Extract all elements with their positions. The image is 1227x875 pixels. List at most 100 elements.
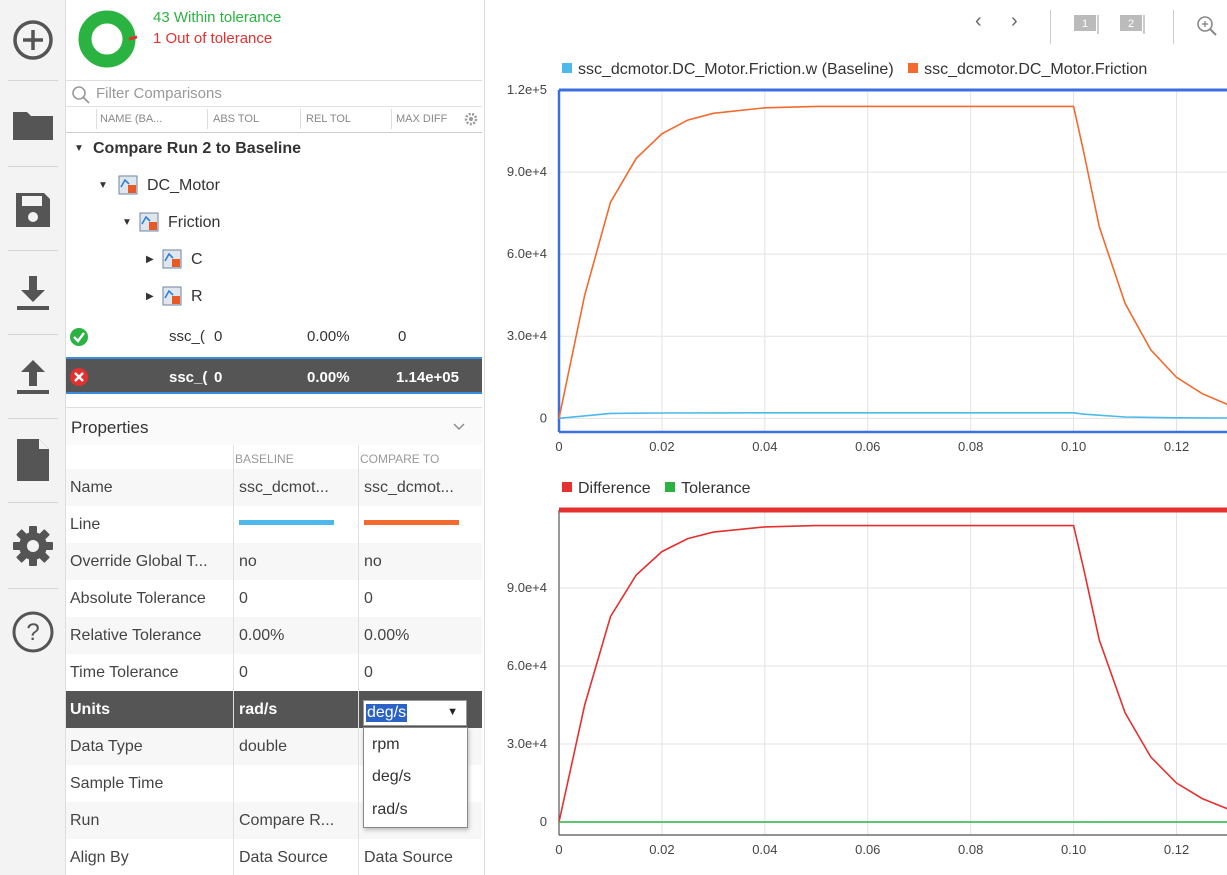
difference-legend-swatch xyxy=(562,482,572,492)
y-tick-label: 3.0e+4 xyxy=(507,328,547,343)
x-tick-label: 0 xyxy=(555,439,562,454)
column-name[interactable]: NAME (BA... xyxy=(100,113,162,125)
property-compare-value[interactable]: 0 xyxy=(364,590,373,608)
save-button[interactable] xyxy=(0,170,66,250)
baseline-line-swatch[interactable] xyxy=(239,520,334,525)
y-tick-label: 6.0e+4 xyxy=(507,246,547,261)
document-icon xyxy=(17,439,49,481)
comparison-row[interactable]: ssc_( 0 0.00% 0 xyxy=(66,318,482,355)
expand-down-icon[interactable]: ▼ xyxy=(74,143,84,154)
property-compare-value[interactable]: Data Source xyxy=(364,849,453,867)
expand-down-icon[interactable]: ▼ xyxy=(98,180,108,191)
next-arrow-icon[interactable]: › xyxy=(1011,10,1018,33)
column-divider xyxy=(358,445,359,875)
settings-button[interactable] xyxy=(0,506,66,586)
out-of-tolerance-label: 1 Out of tolerance xyxy=(153,30,273,47)
x-tick-label: 0.08 xyxy=(958,842,983,857)
layout-1-icon[interactable]: 1 xyxy=(1073,12,1099,36)
properties-header[interactable]: Properties xyxy=(66,407,482,445)
property-baseline-value[interactable]: ssc_dcmot... xyxy=(239,479,329,497)
legend-baseline: ssc_dcmotor.DC_Motor.Friction.w (Baselin… xyxy=(578,61,894,78)
tree-node-label: R xyxy=(191,288,203,305)
import-button[interactable] xyxy=(0,252,66,332)
help-button[interactable]: ? xyxy=(0,592,66,672)
column-settings-gear-icon[interactable] xyxy=(464,112,478,126)
export-button[interactable] xyxy=(0,336,66,416)
property-baseline-value[interactable]: Data Source xyxy=(239,849,328,867)
column-abs-tol[interactable]: ABS TOL xyxy=(213,113,259,125)
column-rel-tol[interactable]: REL TOL xyxy=(306,113,351,125)
tree-node-label: DC_Motor xyxy=(147,177,220,194)
y-tick-label: 6.0e+4 xyxy=(507,658,547,673)
compare-units-select[interactable]: deg/s ▼ xyxy=(363,700,467,726)
row-max-diff: 1.14e+05 xyxy=(396,369,459,386)
compare-line-swatch[interactable] xyxy=(364,520,459,525)
top-plot-legend: ssc_dcmotor.DC_Motor.Friction.w (Baselin… xyxy=(562,61,1147,79)
property-label: Sample Time xyxy=(70,775,164,792)
x-tick-label: 0.02 xyxy=(649,842,674,857)
filter-comparisons-input[interactable]: Filter Comparisons xyxy=(66,80,482,107)
within-tolerance-label: 43 Within tolerance xyxy=(153,9,282,26)
tree-node-friction[interactable]: ▼ Friction xyxy=(66,205,482,242)
add-button[interactable] xyxy=(0,0,66,80)
layout-2-label: 2 xyxy=(1128,18,1134,30)
row-max-diff: 0 xyxy=(398,328,407,345)
comparison-row-selected[interactable]: ssc_( 0 0.00% 1.14e+05 xyxy=(66,357,482,394)
previous-arrow-icon[interactable]: ‹ xyxy=(975,10,982,33)
column-divider xyxy=(233,445,234,875)
expand-down-icon[interactable]: ▼ xyxy=(122,217,132,228)
property-row-time-tol: Time Tolerance 0 0 xyxy=(66,654,482,691)
save-icon xyxy=(16,193,50,227)
tree-node-dc-motor[interactable]: ▼ DC_Motor xyxy=(66,168,482,205)
dropdown-arrow-icon[interactable]: ▼ xyxy=(447,706,458,718)
expand-right-icon[interactable]: ▶ xyxy=(146,291,154,302)
property-compare-value[interactable]: no xyxy=(364,553,382,571)
baseline-legend-swatch xyxy=(562,63,572,73)
x-tick-label: 0.10 xyxy=(1061,842,1086,857)
tree-node-label: Friction xyxy=(168,214,221,231)
chevron-down-icon[interactable] xyxy=(452,422,466,432)
column-max-diff[interactable]: MAX DIFF xyxy=(396,113,447,125)
property-baseline-value[interactable]: 0 xyxy=(239,664,248,682)
units-option-rad-s[interactable]: rad/s xyxy=(372,801,408,819)
property-baseline-value[interactable]: rad/s xyxy=(239,701,277,719)
open-button[interactable] xyxy=(0,84,66,164)
svg-text:?: ? xyxy=(26,619,39,646)
zoom-in-icon[interactable] xyxy=(1195,14,1219,38)
property-row-name: Name ssc_dcmot... ssc_dcmot... xyxy=(66,469,482,506)
left-toolbar: ? xyxy=(0,0,66,875)
expand-right-icon[interactable]: ▶ xyxy=(146,254,154,265)
layout-2-icon[interactable]: 2 xyxy=(1119,12,1145,36)
series-line-ssc-dcmotor-dc-motor-friction xyxy=(558,105,1227,419)
sdi-compare-app: ? 43 Within tolerance 1 Out of tolerance… xyxy=(0,0,1227,875)
units-option-deg-s[interactable]: deg/s xyxy=(372,768,411,786)
download-icon xyxy=(17,276,49,310)
property-compare-value[interactable]: 0.00% xyxy=(364,627,409,645)
legend-compare: ssc_dcmotor.DC_Motor.Friction xyxy=(924,61,1148,78)
report-button[interactable] xyxy=(0,420,66,500)
tolerance-legend-swatch xyxy=(665,482,676,492)
tree-node-c[interactable]: ▶ C xyxy=(66,242,482,279)
filter-placeholder: Filter Comparisons xyxy=(96,85,222,102)
property-compare-value[interactable]: 0 xyxy=(364,664,373,682)
property-label: Relative Tolerance xyxy=(70,627,202,644)
upload-icon xyxy=(17,360,49,394)
property-baseline-value[interactable]: no xyxy=(239,553,257,571)
signal-comparison-plot[interactable]: 0 0.02 0.04 0.06 0.08 0.10 0.12 0 3.0e+4 6.0e+4 9.… xyxy=(485,80,1227,465)
x-tick-label: 0.06 xyxy=(855,439,880,454)
property-label: Line xyxy=(70,516,101,533)
property-label: Name xyxy=(70,479,113,496)
property-baseline-value[interactable]: double xyxy=(239,738,287,756)
property-baseline-value[interactable]: 0 xyxy=(239,590,248,608)
difference-plot[interactable]: 0 0.02 0.04 0.06 0.08 0.10 0.12 0 3.0e+4 6.0e+4 9.… xyxy=(485,500,1227,875)
gear-icon xyxy=(13,526,53,566)
row-name: ssc_( xyxy=(169,369,208,386)
add-icon xyxy=(13,20,53,60)
tree-node-r[interactable]: ▶ R xyxy=(66,279,482,316)
tree-root-compare-run[interactable]: ▼ Compare Run 2 to Baseline xyxy=(66,131,482,168)
property-compare-value[interactable]: ssc_dcmot... xyxy=(364,479,454,497)
units-option-rpm[interactable]: rpm xyxy=(372,736,400,754)
property-baseline-value[interactable]: 0.00% xyxy=(239,627,284,645)
x-tick-label: 0.08 xyxy=(958,439,983,454)
property-baseline-value[interactable]: Compare R... xyxy=(239,812,334,830)
